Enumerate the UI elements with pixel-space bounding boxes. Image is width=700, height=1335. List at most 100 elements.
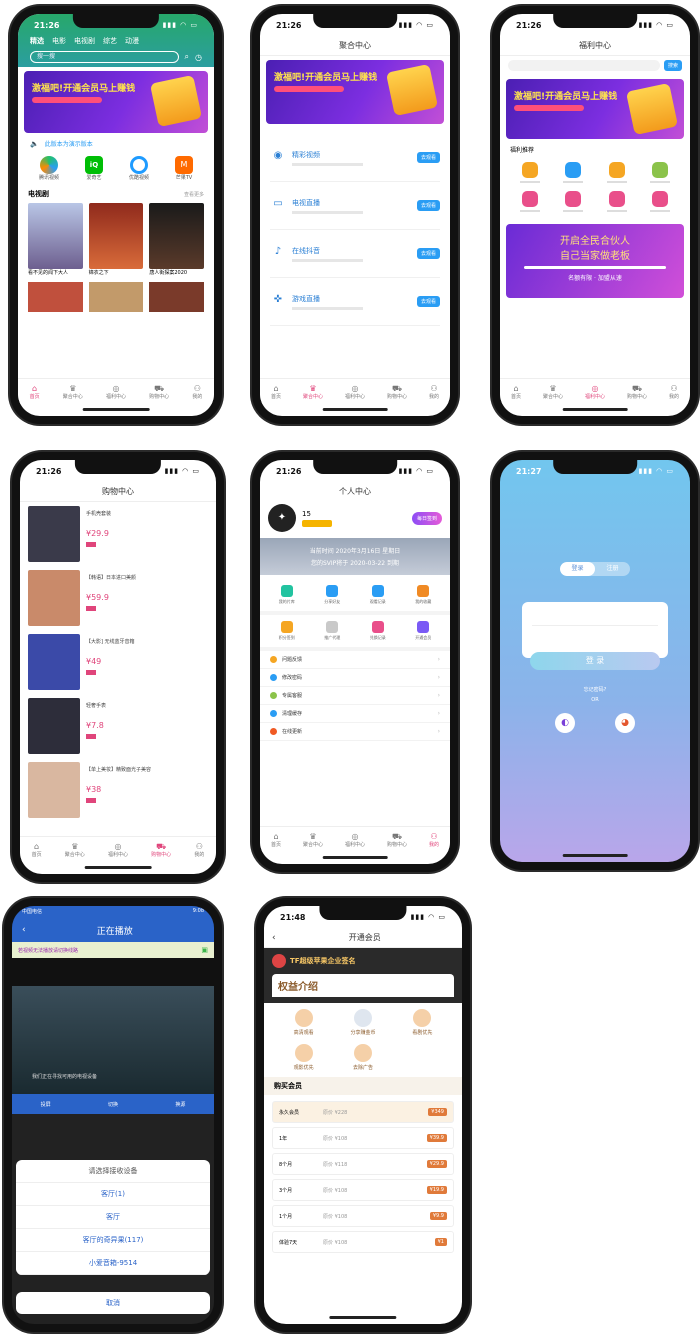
watch-button[interactable]: 去观看 bbox=[416, 248, 440, 259]
menu-item[interactable]: 问题反馈 › bbox=[260, 651, 450, 669]
tab-anime[interactable]: 动漫 bbox=[125, 36, 139, 46]
shortcut-item[interactable]: 分享好友 bbox=[324, 585, 340, 605]
tab-welfare[interactable]: ◎ 福利中心 bbox=[585, 384, 605, 400]
welfare-item[interactable] bbox=[639, 162, 683, 183]
plan-row[interactable]: 1个月 原价 ¥108 ¥9.9 bbox=[272, 1205, 454, 1227]
tab-me[interactable]: ⚇ 我的 bbox=[429, 384, 439, 400]
plan-row[interactable]: 1年 原价 ¥108 ¥39.9 bbox=[272, 1127, 454, 1149]
app-youku[interactable]: 优酷视频 bbox=[129, 156, 149, 181]
watch-button[interactable]: 去观看 bbox=[416, 152, 440, 163]
tab-me[interactable]: ⚇ 我的 bbox=[429, 832, 439, 848]
tab-home[interactable]: ⌂ 首页 bbox=[511, 384, 521, 400]
shortcut-item[interactable]: 我的收藏 bbox=[415, 585, 431, 605]
shortcut-item[interactable]: 兑换记录 bbox=[370, 621, 386, 641]
promo-banner[interactable]: 激福吧!开通会员马上赚钱 bbox=[506, 79, 684, 139]
register-tab[interactable]: 注册 bbox=[595, 562, 630, 576]
checkin-button[interactable]: 每日签到 bbox=[411, 511, 442, 525]
partner-banner[interactable]: 开启全民合伙人 自己当家做老板 名额有限 · 加盟从速 bbox=[506, 224, 684, 298]
drama-card[interactable]: 唐人街探案2020 bbox=[149, 203, 205, 276]
control-item[interactable]: 换源 bbox=[175, 1101, 185, 1108]
tab-me[interactable]: ⚇ 我的 bbox=[669, 384, 679, 400]
cancel-button[interactable]: 取消 bbox=[16, 1292, 210, 1314]
shortcut-item[interactable]: 观看记录 bbox=[370, 585, 386, 605]
tab-aggregate[interactable]: ♛ 聚合中心 bbox=[543, 384, 563, 400]
tab-home[interactable]: ⌂ 首页 bbox=[32, 842, 42, 858]
tab-welfare[interactable]: ◎ 福利中心 bbox=[345, 384, 365, 400]
device-option[interactable]: 客厅 bbox=[16, 1206, 210, 1229]
welfare-item[interactable] bbox=[552, 191, 596, 212]
device-option[interactable]: 小爱音箱-9514 bbox=[16, 1252, 210, 1275]
poster[interactable] bbox=[28, 282, 83, 312]
product-row[interactable]: 【韩语】日本进口美颜 ¥59.9 bbox=[20, 566, 216, 630]
tab-home[interactable]: ⌂ 首页 bbox=[271, 832, 281, 848]
app-iqiyi[interactable]: iQ 爱奇艺 bbox=[84, 156, 103, 181]
video-area[interactable]: 我们正在寻找可用的电视设备 bbox=[12, 986, 214, 1094]
password-field[interactable] bbox=[532, 634, 658, 648]
more-link[interactable]: 查看更多 bbox=[184, 191, 204, 198]
device-option[interactable]: 客厅(1) bbox=[16, 1183, 210, 1206]
promo-banner[interactable]: 激福吧!开通会员马上赚钱 bbox=[24, 71, 208, 133]
plan-row[interactable]: 3个月 原价 ¥108 ¥19.9 bbox=[272, 1179, 454, 1201]
tab-welfare[interactable]: ◎ 福利中心 bbox=[345, 832, 365, 848]
control-item[interactable]: 投屏 bbox=[41, 1101, 51, 1108]
tab-shop[interactable]: ⛟ 购物中心 bbox=[387, 832, 407, 848]
login-button[interactable]: 登 录 bbox=[530, 652, 660, 670]
history-icon[interactable]: ◷ bbox=[195, 53, 202, 62]
menu-item[interactable]: 清理缓存 › bbox=[260, 705, 450, 723]
tab-aggregate[interactable]: ♛ 聚合中心 bbox=[303, 384, 323, 400]
tab-shop[interactable]: ⛟ 购物中心 bbox=[627, 384, 647, 400]
app-mango[interactable]: M 芒果TV bbox=[174, 156, 193, 181]
shortcut-item[interactable]: 推广代理 bbox=[324, 621, 340, 641]
tab-me[interactable]: ⚇ 我的 bbox=[192, 384, 202, 400]
tab-tv[interactable]: 电视剧 bbox=[74, 36, 95, 46]
shortcut-item[interactable]: 我的片库 bbox=[279, 585, 295, 605]
shortcut-item[interactable]: 积分签到 bbox=[279, 621, 295, 641]
tab-movie[interactable]: 电影 bbox=[52, 36, 66, 46]
search-button[interactable]: 搜索 bbox=[663, 60, 682, 71]
search-input[interactable] bbox=[508, 60, 660, 71]
tab-shop[interactable]: ⛟ 购物中心 bbox=[151, 842, 171, 858]
cast-icon[interactable]: ▣ bbox=[201, 946, 208, 954]
login-tab[interactable]: 登录 bbox=[560, 562, 595, 576]
app-tencent[interactable]: 腾讯视频 bbox=[39, 156, 59, 181]
tab-aggregate[interactable]: ♛ 聚合中心 bbox=[303, 832, 323, 848]
welfare-item[interactable] bbox=[508, 162, 552, 183]
search-input[interactable]: 搜一搜 bbox=[30, 51, 179, 63]
tab-welfare[interactable]: ◎ 福利中心 bbox=[106, 384, 126, 400]
product-row[interactable]: 【大影] 无线蓝牙音箱 ¥49 bbox=[20, 630, 216, 694]
tab-shop[interactable]: ⛟ 购物中心 bbox=[387, 384, 407, 400]
tab-shop[interactable]: ⛟ 购物中心 bbox=[149, 384, 169, 400]
avatar[interactable]: ✦ bbox=[268, 504, 296, 532]
watch-button[interactable]: 去观看 bbox=[416, 200, 440, 211]
tab-home[interactable]: ⌂ 首页 bbox=[271, 384, 281, 400]
plan-row[interactable]: 体验7天 原价 ¥108 ¥1 bbox=[272, 1231, 454, 1253]
forgot-link[interactable]: 忘记密码? bbox=[500, 686, 690, 693]
tab-welfare[interactable]: ◎ 福利中心 bbox=[108, 842, 128, 858]
poster[interactable] bbox=[88, 282, 144, 312]
product-row[interactable]: 手机壳套装 ¥29.9 bbox=[20, 502, 216, 566]
menu-item[interactable]: 专属客服 › bbox=[260, 687, 450, 705]
tab-aggregate[interactable]: ♛ 聚合中心 bbox=[63, 384, 83, 400]
watch-button[interactable]: 去观看 bbox=[416, 296, 440, 307]
drama-card[interactable]: 锦衣之下 bbox=[88, 203, 144, 276]
tab-featured[interactable]: 精选 bbox=[30, 36, 44, 46]
third-party-login-icon[interactable]: ◐ bbox=[555, 713, 575, 733]
welfare-item[interactable] bbox=[595, 191, 639, 212]
tab-home[interactable]: ⌂ 首页 bbox=[30, 384, 40, 400]
weibo-icon[interactable]: ◕ bbox=[615, 713, 635, 733]
product-row[interactable]: 轻奢手表 ¥7.8 bbox=[20, 694, 216, 758]
search-icon[interactable]: ⌕ bbox=[185, 52, 189, 62]
poster[interactable] bbox=[149, 282, 205, 312]
promo-banner[interactable]: 激福吧!开通会员马上赚钱 bbox=[266, 60, 444, 124]
welfare-item[interactable] bbox=[552, 162, 596, 183]
username-field[interactable] bbox=[532, 612, 658, 626]
plan-row[interactable]: 永久会员 原价 ¥228 ¥349 bbox=[272, 1101, 454, 1123]
tab-aggregate[interactable]: ♛ 聚合中心 bbox=[65, 842, 85, 858]
tab-me[interactable]: ⚇ 我的 bbox=[194, 842, 204, 858]
welfare-item[interactable] bbox=[595, 162, 639, 183]
shortcut-item[interactable]: 开通会员 bbox=[415, 621, 431, 641]
plan-row[interactable]: 8个月 原价 ¥118 ¥29.9 bbox=[272, 1153, 454, 1175]
product-row[interactable]: 【单上美妆】精致面光子美容 ¥38 bbox=[20, 758, 216, 822]
tab-variety[interactable]: 综艺 bbox=[103, 36, 117, 46]
menu-item[interactable]: 修改密码 › bbox=[260, 669, 450, 687]
